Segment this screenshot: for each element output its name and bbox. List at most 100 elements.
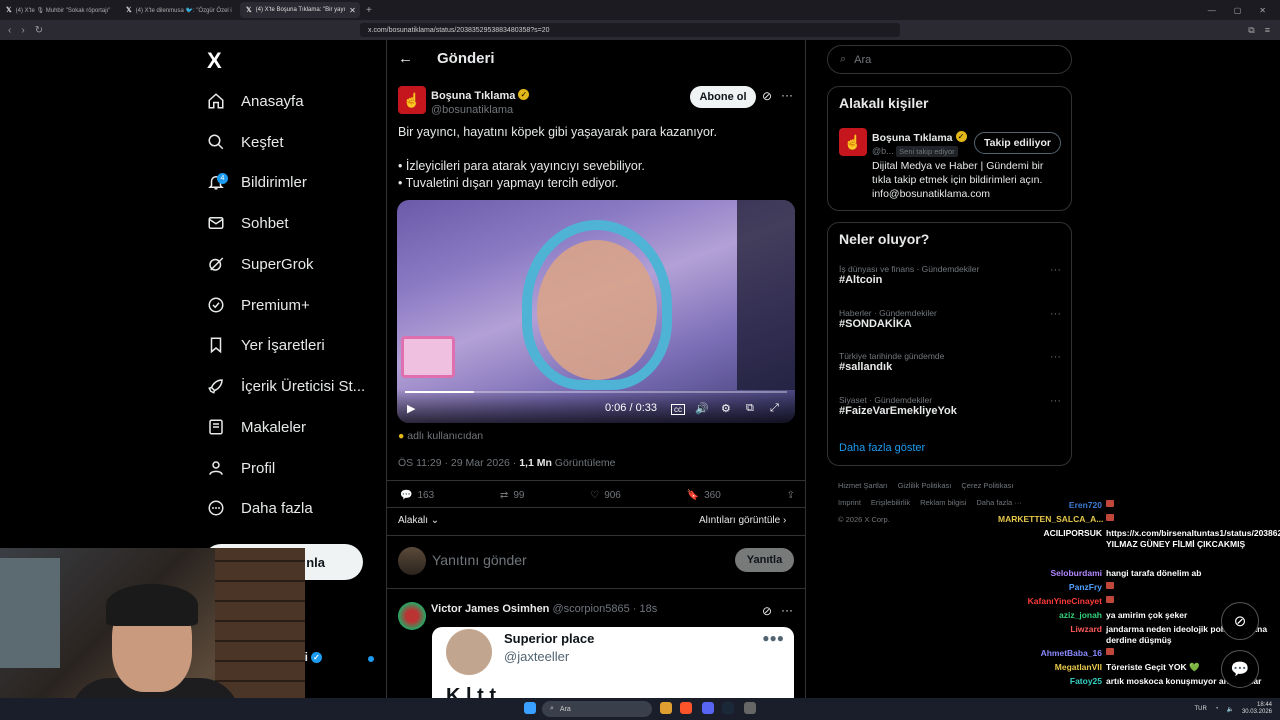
avatar[interactable] bbox=[398, 602, 426, 630]
retweet-action[interactable]: ⇄ 99 bbox=[500, 490, 525, 501]
footer-link[interactable]: Imprint bbox=[838, 498, 861, 507]
like-action[interactable]: ♡ 906 bbox=[590, 490, 621, 501]
more-options-icon[interactable]: ··· bbox=[1050, 308, 1061, 320]
browser-tab-2[interactable]: 𝕏 (4) X'te dilenmusa 🐦: "Özgür Özel i bbox=[120, 2, 240, 18]
sidebar-item-creator-studio[interactable]: İçerik Üreticisi St... bbox=[205, 368, 365, 404]
sidebar-item-explore[interactable]: Keşfet bbox=[205, 124, 284, 160]
extensions-icon[interactable]: ⧉ bbox=[1248, 25, 1254, 36]
related-avatar[interactable]: ☝ bbox=[839, 128, 867, 156]
author-handle[interactable]: @bosunatiklama bbox=[431, 104, 529, 116]
menu-icon[interactable]: ≡ bbox=[1265, 25, 1270, 36]
maximize-icon[interactable]: ▢ bbox=[1234, 6, 1242, 15]
show-more-link[interactable]: Daha fazla göster bbox=[839, 442, 925, 454]
browser-tab-1[interactable]: 𝕏 (4) X'te 🎙 Muhbir "Sokak röportajı" bbox=[0, 2, 120, 18]
bookmark-action[interactable]: 🔖 360 bbox=[687, 490, 721, 501]
sidebar-item-profile[interactable]: Profil bbox=[205, 450, 275, 486]
sidebar-item-home[interactable]: Anasayfa bbox=[205, 83, 304, 119]
back-arrow-icon[interactable]: ← bbox=[398, 50, 413, 67]
reply-submit-button[interactable]: Yanıtla bbox=[735, 548, 794, 572]
file-explorer-icon[interactable] bbox=[660, 702, 672, 714]
search-placeholder: Ara bbox=[854, 53, 872, 66]
sidebar-item-chat[interactable]: Sohbet bbox=[205, 205, 289, 241]
more-options-icon[interactable]: ··· bbox=[1050, 351, 1061, 363]
close-tab-icon[interactable]: ✕ bbox=[349, 6, 356, 15]
volume-icon[interactable]: 🔊 bbox=[695, 402, 709, 415]
sidebar-item-premium[interactable]: Premium+ bbox=[205, 287, 310, 323]
chat-username: Seloburdami bbox=[1050, 568, 1102, 578]
footer-link[interactable]: Erişilebilirlik bbox=[871, 498, 910, 507]
more-options-icon[interactable]: ··· bbox=[781, 88, 793, 102]
emoji-icon: ● bbox=[398, 430, 405, 442]
sidebar-item-more[interactable]: Daha fazla bbox=[205, 490, 313, 526]
tweet-timestamp[interactable]: ÖS 11:29 · 29 Mar 2026 · bbox=[398, 457, 519, 469]
pip-icon[interactable]: ⧉ bbox=[746, 402, 754, 415]
browser-tab-3[interactable]: 𝕏 (4) X'te Boşuna Tıklama: "Bir yayı ✕ bbox=[240, 2, 360, 18]
quotes-link-text: Alıntıları görüntüle bbox=[699, 515, 781, 526]
video-player[interactable]: ▶ 0:06 / 0:33 cc 🔊 ⚙ ⧉ ⤢ bbox=[397, 200, 795, 423]
avatar bbox=[398, 547, 426, 575]
author-avatar[interactable]: ☝ bbox=[398, 86, 426, 114]
discord-icon[interactable] bbox=[702, 702, 714, 714]
steam-icon[interactable] bbox=[722, 702, 734, 714]
author-block[interactable]: Boşuna Tıklama ✓ @bosunatiklama bbox=[431, 86, 530, 116]
footer-link[interactable]: Çerez Politikası bbox=[961, 481, 1013, 490]
grok-icon[interactable]: ⊘ bbox=[762, 604, 772, 618]
language-indicator[interactable]: TUR bbox=[1195, 706, 1207, 712]
brave-browser-icon[interactable] bbox=[680, 702, 692, 714]
sidebar-item-label: Bildirimler bbox=[241, 173, 307, 191]
reload-icon[interactable]: ↻ bbox=[35, 25, 43, 36]
chat-message: Seloburdami hangi tarafa dönelim ab bbox=[998, 568, 1278, 579]
captions-icon[interactable]: cc bbox=[671, 404, 685, 415]
taskbar-search[interactable]: ⌕ Ara bbox=[542, 701, 652, 717]
reply-input[interactable]: Yanıtını gönder bbox=[432, 552, 527, 568]
more-options-icon[interactable]: ··· bbox=[781, 603, 793, 617]
trend-item[interactable]: Haberler · Gündemdekiler #SONDAKİKA ··· bbox=[839, 308, 1061, 330]
obs-icon[interactable] bbox=[744, 702, 756, 714]
related-title: Alakalı kişiler bbox=[839, 95, 929, 111]
reply-author-handle[interactable]: @scorpion5865 bbox=[552, 603, 629, 615]
footer-link[interactable]: Gizlilik Politikası bbox=[898, 481, 952, 490]
grok-icon[interactable]: ⊘ bbox=[762, 89, 772, 103]
trend-item[interactable]: Siyaset · Gündemdekiler #FaizeVarEmekliye… bbox=[839, 395, 1061, 417]
video-progress-bar[interactable] bbox=[405, 391, 787, 393]
subscribe-button[interactable]: Abone ol bbox=[690, 86, 756, 108]
more-options-icon[interactable]: ··· bbox=[1050, 395, 1061, 407]
back-nav-icon[interactable]: ‹ bbox=[8, 25, 11, 36]
more-options-icon[interactable]: ··· bbox=[1050, 264, 1061, 276]
x-logo[interactable]: X bbox=[207, 48, 222, 74]
sidebar-item-articles[interactable]: Makaleler bbox=[205, 409, 306, 445]
forward-nav-icon[interactable]: › bbox=[21, 25, 24, 36]
new-tab-button[interactable]: + bbox=[360, 5, 378, 16]
settings-gear-icon[interactable]: ⚙ bbox=[721, 402, 731, 415]
sidebar-item-bookmarks[interactable]: Yer İşaretleri bbox=[205, 327, 325, 363]
related-person[interactable]: Boşuna Tıklama ✓ @b... Seni takip ediyor bbox=[872, 128, 967, 157]
following-button[interactable]: Takip ediliyor bbox=[974, 132, 1061, 154]
author-name[interactable]: Boşuna Tıklama bbox=[431, 90, 515, 102]
play-icon[interactable]: ▶ bbox=[407, 402, 415, 415]
clock[interactable]: 18:44 30.03.2026 bbox=[1242, 702, 1272, 716]
sidebar-item-notifications[interactable]: 4 Bildirimler bbox=[205, 164, 307, 200]
trend-item[interactable]: İş dünyası ve finans · Gündemdekiler #Alt… bbox=[839, 264, 1061, 286]
search-input[interactable]: ⌕ Ara bbox=[827, 45, 1072, 74]
messages-float-icon[interactable]: 💬 bbox=[1221, 650, 1259, 688]
reply-author-name[interactable]: Victor James Osimhen bbox=[431, 603, 549, 615]
trend-item[interactable]: Türkiye tarihinde gündemde #sallandık ··· bbox=[839, 351, 1061, 373]
wifi-icon[interactable]: ◔ bbox=[1215, 706, 1219, 712]
windows-start-icon[interactable] bbox=[524, 702, 536, 714]
embed-more-icon: ●●● bbox=[762, 631, 784, 645]
view-quotes-link[interactable]: Alıntıları görüntüle › bbox=[699, 515, 786, 526]
chat-username: Liwzard bbox=[1070, 624, 1102, 634]
volume-icon[interactable]: 🔈 bbox=[1226, 706, 1233, 713]
url-field[interactable]: x.com/bosunatiklama/status/2038352953883… bbox=[360, 23, 900, 37]
share-action[interactable]: ⇪ bbox=[787, 490, 795, 501]
sort-replies-dropdown[interactable]: Alakalı ⌄ bbox=[398, 515, 439, 526]
minimize-icon[interactable]: — bbox=[1208, 6, 1216, 15]
grok-float-icon[interactable]: ⊘ bbox=[1221, 602, 1259, 640]
footer-link[interactable]: Reklam bilgisi bbox=[920, 498, 966, 507]
sidebar-item-supergrok[interactable]: SuperGrok bbox=[205, 246, 314, 282]
close-window-icon[interactable]: ✕ bbox=[1259, 6, 1266, 15]
reply-action[interactable]: 💬 163 bbox=[400, 490, 434, 501]
footer-link[interactable]: Hizmet Şartları bbox=[838, 481, 888, 490]
more-circle-icon bbox=[205, 497, 227, 519]
fullscreen-icon[interactable]: ⤢ bbox=[770, 402, 779, 415]
